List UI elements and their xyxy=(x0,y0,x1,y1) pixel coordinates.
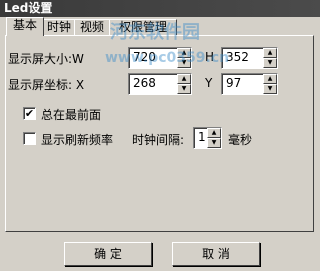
clock-interval-label: 时钟间隔: xyxy=(132,133,185,147)
display-pos-label: 显示屏坐标: X xyxy=(8,78,85,92)
clock-interval-value: 1 xyxy=(198,130,206,144)
clock-spin-down-icon[interactable]: ▼ xyxy=(207,138,221,148)
height-value: 352 xyxy=(226,50,249,64)
y-value: 97 xyxy=(226,76,242,90)
show-refresh-rate-label: 显示刷新频率 xyxy=(41,133,114,147)
height-spinbox[interactable]: 352 ▲ ▼ xyxy=(221,47,278,69)
tab-basic[interactable]: 基本 xyxy=(6,17,44,36)
height-spin-up-icon[interactable]: ▲ xyxy=(263,48,277,58)
checkmark-icon: ✔ xyxy=(24,107,35,120)
window-title: Led设置 xyxy=(4,1,53,15)
width-value: 720 xyxy=(133,50,156,64)
width-spin-down-icon[interactable]: ▼ xyxy=(177,58,191,68)
ok-button[interactable]: 确 定 xyxy=(64,242,152,266)
clock-spin-up-icon[interactable]: ▲ xyxy=(207,128,221,138)
title-bar: Led设置 xyxy=(0,0,320,17)
x-value: 268 xyxy=(133,76,156,90)
y-spinbox[interactable]: 97 ▲ ▼ xyxy=(221,73,278,95)
settings-panel: 显示屏大小:W 720 ▲ ▼ H 352 ▲ ▼ 显示屏坐标: X 268 ▲… xyxy=(5,35,314,232)
always-on-top-checkbox[interactable]: ✔ xyxy=(23,107,36,120)
width-spinbox[interactable]: 720 ▲ ▼ xyxy=(128,47,192,69)
led-settings-window: Led设置 基本 时钟 视频 权限管理 显示屏大小:W 720 ▲ ▼ H 35… xyxy=(0,0,320,271)
clock-interval-unit: 毫秒 xyxy=(228,133,253,147)
show-refresh-rate-checkbox[interactable] xyxy=(23,132,36,145)
y-spin-up-icon[interactable]: ▲ xyxy=(263,74,277,84)
y-spin-down-icon[interactable]: ▼ xyxy=(263,84,277,94)
y-label: Y xyxy=(205,76,213,90)
width-spin-up-icon[interactable]: ▲ xyxy=(177,48,191,58)
x-spinbox[interactable]: 268 ▲ ▼ xyxy=(128,73,192,95)
height-label: H xyxy=(205,50,215,64)
x-spin-up-icon[interactable]: ▲ xyxy=(177,74,191,84)
display-size-label: 显示屏大小:W xyxy=(8,52,84,66)
always-on-top-label: 总在最前面 xyxy=(41,108,102,122)
tab-video[interactable]: 视频 xyxy=(74,19,110,35)
x-spin-down-icon[interactable]: ▼ xyxy=(177,84,191,94)
cancel-button[interactable]: 取 消 xyxy=(172,242,260,266)
tab-clock[interactable]: 时钟 xyxy=(43,19,75,35)
clock-interval-spinbox[interactable]: 1 ▲ ▼ xyxy=(193,127,222,149)
height-spin-down-icon[interactable]: ▼ xyxy=(263,58,277,68)
tab-permissions[interactable]: 权限管理 xyxy=(109,19,177,35)
